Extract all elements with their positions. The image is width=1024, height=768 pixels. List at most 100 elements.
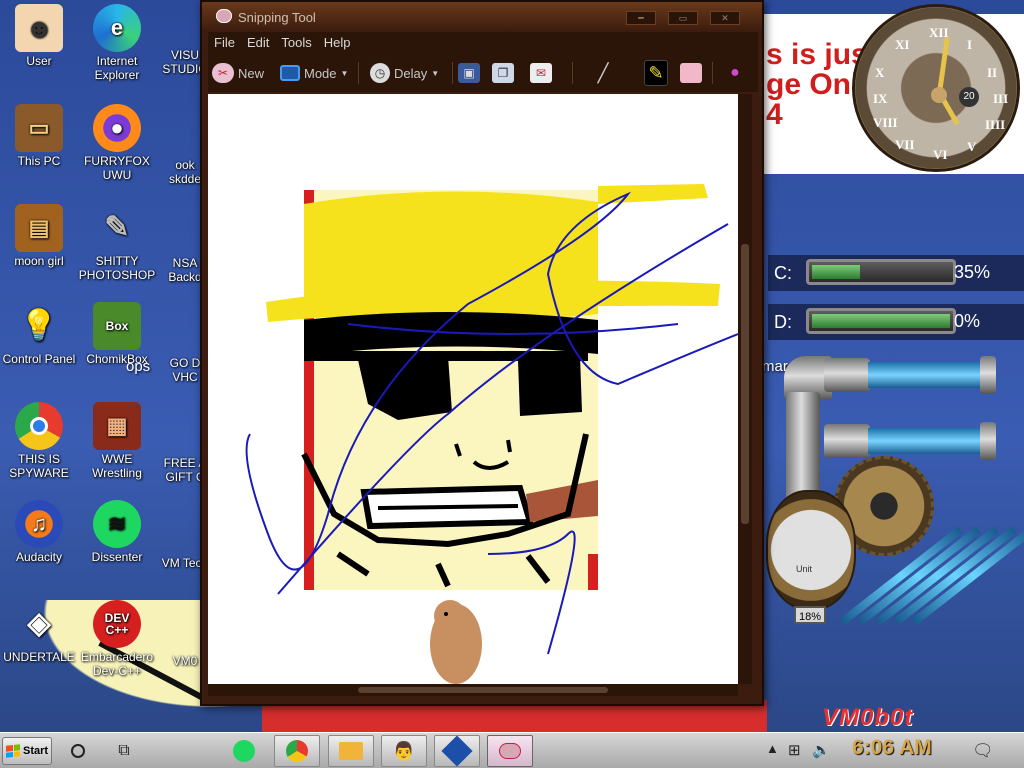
circle-icon: [71, 744, 85, 758]
chrome-icon: [15, 402, 63, 450]
desktop-icon-photoshop[interactable]: ✎ SHITTY PHOTOSHOP: [78, 204, 156, 283]
close-button[interactable]: ✕: [710, 11, 740, 25]
chrome-icon: [286, 740, 308, 762]
task-view-button[interactable]: ⧉: [110, 735, 138, 767]
save-button[interactable]: ▣: [458, 60, 480, 86]
taskbar-file-explorer[interactable]: [328, 735, 374, 767]
desktop-icon-user[interactable]: ☻ User: [0, 4, 78, 68]
taskbar-clock[interactable]: 6:06 AM: [852, 736, 932, 760]
menu-file[interactable]: File: [208, 32, 241, 50]
delay-button[interactable]: ◷ Delay ▼: [370, 60, 439, 86]
taskbar: Start ⧉ 👨 ▲ ⊞ 🔈 6:06 AM 🗨: [0, 732, 1024, 768]
desktop-icon-control-panel[interactable]: 💡 Control Panel: [0, 302, 78, 367]
mode-button[interactable]: Mode ▼: [280, 60, 348, 86]
network-icon[interactable]: ⊞: [788, 741, 801, 759]
drive-meter-d[interactable]: D: 0%: [768, 304, 1024, 340]
pipe-vertical: [786, 392, 820, 502]
desktop-icon-moon-girl[interactable]: ▤ moon girl: [0, 204, 78, 268]
virtualbox-icon: [441, 735, 473, 767]
menu-help[interactable]: Help: [318, 32, 357, 50]
person-icon: 👨: [392, 740, 416, 761]
clock-numeral: V: [967, 139, 977, 154]
scrollbar-thumb[interactable]: [741, 244, 749, 524]
show-hidden-icons-button[interactable]: ▲: [766, 741, 779, 756]
copy-button[interactable]: ❐: [492, 60, 514, 86]
horizontal-scrollbar[interactable]: [208, 684, 738, 696]
new-label: New: [238, 65, 265, 81]
copy-icon: ❐: [492, 63, 514, 83]
taskbar-app-doctor[interactable]: 👨: [381, 735, 427, 767]
task-view-icon: ⧉: [118, 742, 130, 759]
taskbar-spotify[interactable]: [230, 735, 258, 767]
steampunk-clock-gadget[interactable]: XII I II III IIII V VI VII VIII IX X XI …: [852, 4, 1020, 172]
clock-numeral: III: [993, 91, 1009, 106]
desktop-icon-chomikbox[interactable]: Box ChomikBox: [78, 302, 156, 366]
highlighter-button[interactable]: ✎: [644, 60, 668, 86]
paint-button[interactable]: ●: [724, 60, 746, 86]
taskbar-virtualbox[interactable]: [434, 735, 480, 767]
clock-numeral: IIII: [985, 117, 1006, 132]
hamster-box-icon: Box: [93, 302, 141, 350]
toolbar-separator: [452, 62, 453, 84]
desktop-icon-devcpp[interactable]: DEV C++ Embarcadero Dev-C++: [78, 600, 156, 678]
desktop-icon-wwe[interactable]: ▦ WWE Wrestling: [78, 402, 156, 480]
rectangle-mode-icon: [280, 65, 300, 81]
audacity-icon: ♫: [15, 500, 63, 548]
user-icon: ☻: [15, 4, 63, 52]
hamster-head: [434, 600, 466, 632]
eraser-icon: [680, 63, 702, 83]
maximize-button[interactable]: ▭: [668, 11, 698, 25]
mode-label: Mode: [304, 65, 337, 81]
windows-logo-icon: [6, 744, 20, 758]
snipping-tool-window[interactable]: Snipping Tool ━ ▭ ✕ File Edit Tools Help ✂ …: [200, 0, 764, 706]
desktop-icon-internet-explorer[interactable]: e Internet Explorer: [78, 4, 156, 82]
scrollbar-thumb[interactable]: [358, 687, 608, 693]
send-snip-button[interactable]: ✉: [530, 60, 552, 86]
window-titlebar[interactable]: Snipping Tool ━ ▭ ✕: [202, 2, 762, 32]
drive-percent: 35%: [954, 262, 991, 282]
drive-meter-c[interactable]: C: 35%: [768, 255, 1024, 291]
pressure-gauge-icon: Unit: [766, 490, 856, 610]
clock-day-dial: 20: [959, 87, 979, 107]
eraser-button[interactable]: [680, 60, 702, 86]
drive-usage-fill: [812, 265, 861, 279]
volume-icon[interactable]: 🔈: [812, 741, 831, 759]
cortana-button[interactable]: [64, 735, 92, 767]
highlighter-icon: ✎: [648, 62, 664, 83]
desktop-icon-furryfox[interactable]: ● FURRYFOX UWU: [78, 104, 156, 182]
desktop-icon-audacity[interactable]: ♫ Audacity: [0, 500, 78, 564]
gimp-icon: ✎: [104, 211, 130, 244]
start-button[interactable]: Start: [2, 737, 52, 765]
pipe-cap: [980, 422, 996, 460]
desktop-icon-this-pc[interactable]: ▭ This PC: [0, 104, 78, 168]
gauge-percent: 18%: [794, 606, 826, 624]
drive-usage-bar: [806, 308, 956, 334]
pipe-cap: [980, 356, 996, 394]
envelope-icon: ✉: [530, 63, 552, 83]
clock-numeral: VII: [895, 137, 915, 152]
firefox-icon: ●: [93, 104, 141, 152]
taskbar-chrome[interactable]: [274, 735, 320, 767]
notification-icon[interactable]: 🗨: [972, 741, 994, 761]
menu-edit[interactable]: Edit: [241, 32, 275, 50]
folder-icon: ▤: [15, 204, 63, 252]
vertical-scrollbar[interactable]: [738, 94, 752, 684]
minimize-button[interactable]: ━: [626, 11, 656, 25]
snip-image: [245, 184, 738, 684]
snipping-tool-icon: [216, 9, 232, 23]
desktop-icon-dissenter[interactable]: ≋ Dissenter: [78, 500, 156, 564]
pen-button[interactable]: ╱: [592, 60, 614, 86]
menu-tools[interactable]: Tools: [275, 32, 317, 50]
desktop-icon-undertale[interactable]: ◈ UNDERTALE: [0, 600, 78, 665]
new-snip-button[interactable]: ✂ New: [212, 60, 264, 86]
snipping-tool-icon: [499, 743, 521, 759]
folder-icon: [339, 742, 363, 760]
desktop-icon-chrome[interactable]: THIS IS SPYWARE: [0, 402, 78, 480]
steampunk-pipes-gadget: Unit 18%: [764, 348, 1024, 648]
snip-canvas[interactable]: [208, 94, 738, 684]
drive-usage-fill: [812, 314, 950, 328]
wallpaper-partial-text: ops: [126, 358, 151, 375]
chevron-down-icon: ▼: [340, 68, 349, 78]
spotify-icon: ≋: [93, 500, 141, 548]
taskbar-snipping-tool[interactable]: [487, 735, 533, 767]
